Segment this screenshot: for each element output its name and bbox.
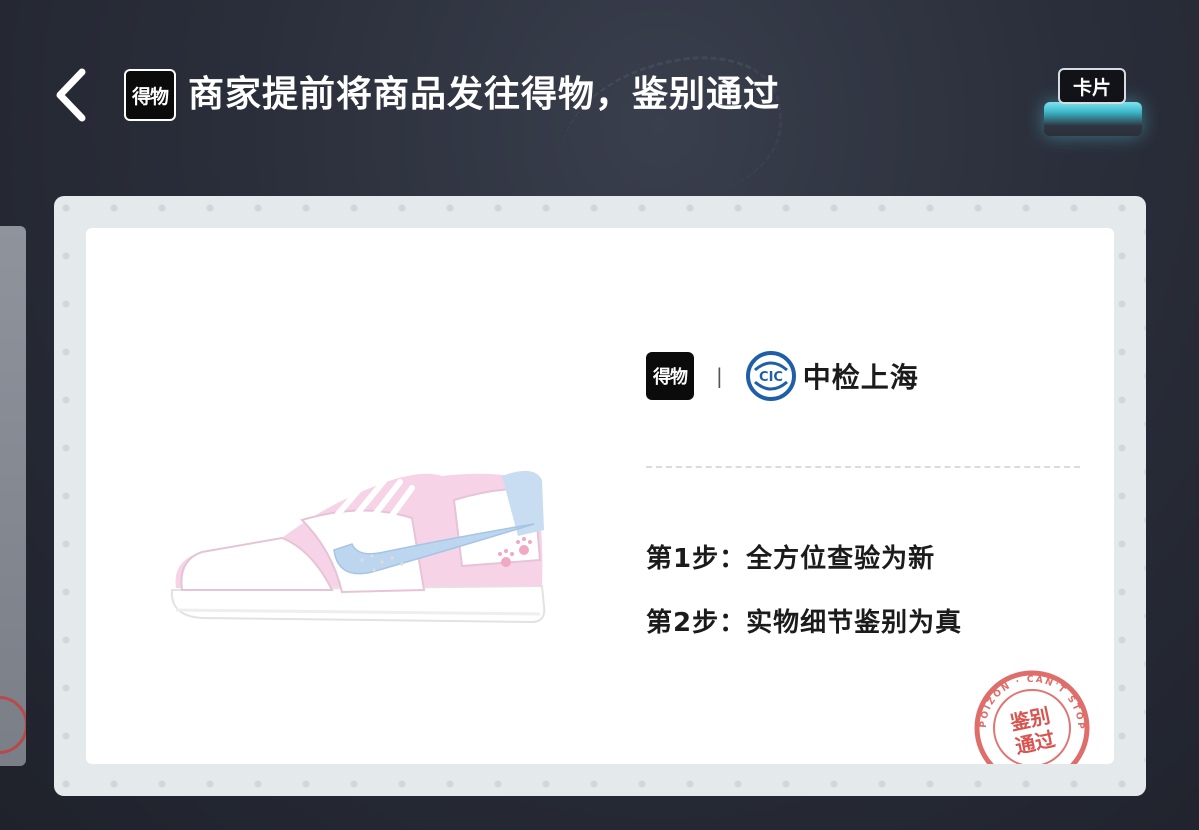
page-title: 商家提前将商品发往得物，鉴别通过 (188, 74, 781, 115)
previous-card-peek[interactable] (0, 226, 26, 766)
cic-logo-icon: CIC (745, 351, 796, 401)
authenticated-seal: POIZON · CAN'T STOP 鉴别 通过 (974, 670, 1090, 764)
step-2-text: 第2步：实物细节鉴别为真 (646, 608, 963, 638)
dewu-logo-small: 得物 (646, 352, 694, 400)
card-button-pedestal (1044, 102, 1142, 136)
step-1-text: 第1步：全方位查验为新 (646, 544, 936, 574)
sneaker-image (170, 459, 546, 624)
back-button[interactable] (48, 66, 94, 124)
certificate-content: 得物 | CIC 中检上海 第1步：全方位查验为新 第2步：实物细节鉴别为真 P… (86, 228, 1114, 764)
dewu-logo: 得物 (124, 69, 176, 121)
chevron-left-icon (56, 68, 86, 122)
card-button-label: 卡片 (1058, 68, 1126, 104)
card-view-button[interactable]: 卡片 (1040, 62, 1146, 140)
partner-logos: 得物 | CIC 中检上海 (646, 350, 919, 402)
divider (646, 466, 1080, 468)
logo-separator: | (716, 364, 723, 388)
inspector-name: 中检上海 (802, 361, 919, 394)
seal-fragment (0, 696, 26, 754)
certificate-card: 得物 | CIC 中检上海 第1步：全方位查验为新 第2步：实物细节鉴别为真 P… (54, 196, 1146, 796)
cic-logo-text: CIC (759, 370, 783, 385)
